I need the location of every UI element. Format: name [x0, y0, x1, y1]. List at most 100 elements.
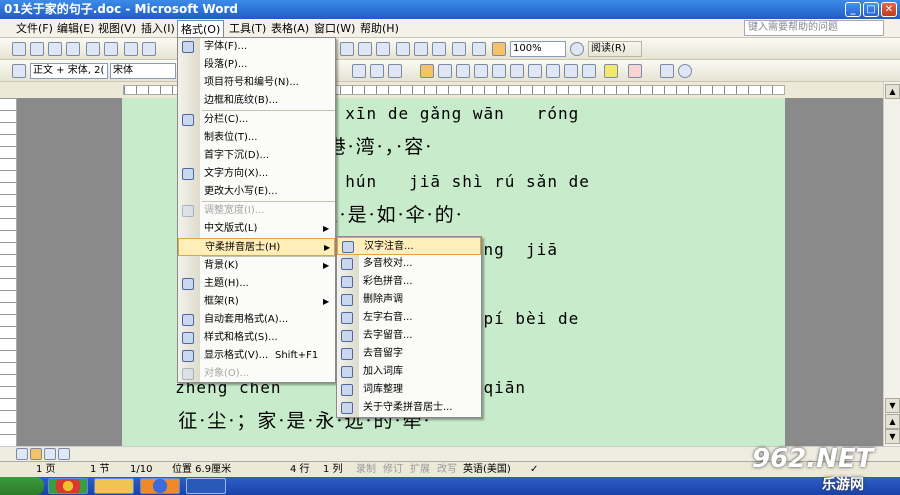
numbering-icon[interactable] — [528, 64, 542, 78]
align-center-icon[interactable] — [438, 64, 452, 78]
menu-item-frames[interactable]: 框架(R) ▶ — [178, 293, 335, 311]
enclose-char-icon[interactable] — [678, 64, 692, 78]
justify-icon[interactable] — [474, 64, 488, 78]
font-select[interactable]: 宋体 — [110, 63, 176, 79]
pinyin-tool-icon[interactable] — [492, 42, 506, 56]
menu-help[interactable]: 帮助(H) — [357, 20, 402, 37]
menu-item-text-direction[interactable]: 文字方向(X)... — [178, 165, 335, 183]
start-button[interactable] — [0, 477, 44, 495]
show-hide-icon[interactable] — [472, 42, 486, 56]
submenu-item-proofread[interactable]: 多音校对... — [337, 255, 481, 273]
menu-item-asian-layout[interactable]: 中文版式(L) ▶ — [178, 220, 335, 238]
scroll-down-button[interactable]: ▼ — [885, 398, 900, 413]
status-record[interactable]: 录制 — [356, 462, 376, 477]
next-page-button[interactable]: ▼ — [885, 429, 900, 444]
help-search-input[interactable]: 键入需要帮助的问题 — [744, 20, 884, 36]
submenu-item-about[interactable]: 关于守柔拼音居士... — [337, 399, 481, 417]
help-icon[interactable] — [570, 42, 584, 56]
align-right-icon[interactable] — [456, 64, 470, 78]
print-layout-icon[interactable] — [30, 448, 42, 460]
menu-item-styles[interactable]: 样式和格式(S)... — [178, 329, 335, 347]
save-icon[interactable] — [48, 42, 62, 56]
menu-item-theme[interactable]: 主题(H)... — [178, 275, 335, 293]
menu-item-reveal-format[interactable]: 显示格式(V)... Shift+F1 — [178, 347, 335, 365]
scroll-up-button[interactable]: ▲ — [885, 84, 900, 99]
menu-item-borders[interactable]: 边框和底纹(B)... — [178, 92, 335, 110]
chrome-icon[interactable] — [48, 478, 88, 494]
submenu-item-remove-char[interactable]: 去字留音... — [337, 327, 481, 345]
zoom-select[interactable]: 100% — [510, 41, 566, 57]
submenu-item-left-right[interactable]: 左字右音... — [337, 309, 481, 327]
reading-button[interactable]: 阅读(R) — [588, 41, 642, 57]
lexicon-icon — [341, 384, 353, 396]
bullets-icon[interactable] — [546, 64, 560, 78]
permission-icon[interactable] — [66, 42, 80, 56]
minimize-button[interactable]: _ — [845, 2, 861, 17]
align-left-icon[interactable] — [420, 64, 434, 78]
print-icon[interactable] — [86, 42, 100, 56]
char-shading-icon[interactable] — [370, 64, 384, 78]
submenu-item-lexicon[interactable]: 词库整理 — [337, 381, 481, 399]
indent-icon[interactable] — [582, 64, 596, 78]
menu-view[interactable]: 视图(V) — [95, 20, 139, 37]
submenu-item-add-lexicon[interactable]: 加入词库 — [337, 363, 481, 381]
menu-item-drop-cap[interactable]: 首字下沉(D)... — [178, 147, 335, 165]
table-icon[interactable] — [340, 42, 354, 56]
menu-window[interactable]: 窗口(W) — [311, 20, 358, 37]
submenu-item-color-pinyin[interactable]: 彩色拼音... — [337, 273, 481, 291]
doc-map-icon[interactable] — [452, 42, 466, 56]
grid-icon[interactable] — [376, 42, 390, 56]
reading-view-icon[interactable] — [58, 448, 70, 460]
menu-table[interactable]: 表格(A) — [268, 20, 312, 37]
menu-tools[interactable]: 工具(T) — [226, 20, 269, 37]
prev-page-button[interactable]: ▲ — [885, 414, 900, 429]
distribute-icon[interactable] — [492, 64, 506, 78]
submenu-item-remove-pinyin[interactable]: 去音留字 — [337, 345, 481, 363]
excel-icon[interactable] — [358, 42, 372, 56]
menu-insert[interactable]: 插入(I) — [138, 20, 178, 37]
menu-file[interactable]: 文件(F) — [13, 20, 56, 37]
status-overtype[interactable]: 改写 — [437, 462, 457, 477]
menu-item-autoformat[interactable]: 自动套用格式(A)... — [178, 311, 335, 329]
menu-item-change-case[interactable]: 更改大小写(E)... — [178, 183, 335, 201]
new-icon[interactable] — [12, 42, 26, 56]
open-icon[interactable] — [30, 42, 44, 56]
outline-view-icon[interactable] — [44, 448, 56, 460]
research-icon[interactable] — [142, 42, 156, 56]
menu-edit[interactable]: 编辑(E) — [54, 20, 98, 37]
style-select[interactable]: 正文 + 宋体, 2( — [30, 63, 108, 79]
outdent-icon[interactable] — [564, 64, 578, 78]
columns-icon[interactable] — [414, 42, 428, 56]
word-icon[interactable] — [186, 478, 226, 494]
char-border-icon[interactable] — [352, 64, 366, 78]
normal-view-icon[interactable] — [16, 448, 28, 460]
close-button[interactable]: ✕ — [881, 2, 897, 17]
spelling-status-icon[interactable]: ✓ — [530, 462, 538, 477]
menu-format[interactable]: 格式(O) — [177, 20, 225, 37]
menu-item-columns[interactable]: 分栏(C)... — [178, 111, 335, 129]
menu-item-paragraph[interactable]: 段落(P)... — [178, 56, 335, 74]
firefox-icon[interactable] — [140, 478, 180, 494]
menu-item-bullets[interactable]: 项目符号和编号(N)... — [178, 74, 335, 92]
status-track[interactable]: 修订 — [383, 462, 403, 477]
preview-icon[interactable] — [104, 42, 118, 56]
menu-item-pinyin-tool[interactable]: 守柔拼音居士(H) ▶ — [178, 238, 335, 256]
menu-item-tabs[interactable]: 制表位(T)... — [178, 129, 335, 147]
map-icon[interactable] — [432, 42, 446, 56]
folder-icon[interactable] — [94, 478, 134, 494]
phonetic-icon[interactable] — [660, 64, 674, 78]
status-extend[interactable]: 扩展 — [410, 462, 430, 477]
drawing-icon[interactable] — [396, 42, 410, 56]
spelling-icon[interactable] — [124, 42, 138, 56]
font-color-icon[interactable] — [628, 64, 642, 78]
submenu-item-delete-tone[interactable]: 删除声调 — [337, 291, 481, 309]
menu-item-background[interactable]: 背景(K) ▶ — [178, 257, 335, 275]
maximize-button[interactable]: □ — [863, 2, 879, 17]
highlight-icon[interactable] — [604, 64, 618, 78]
styles-pane-icon[interactable] — [12, 64, 26, 78]
line-spacing-icon[interactable] — [510, 64, 524, 78]
char-scale-icon[interactable] — [388, 64, 402, 78]
menu-item-font[interactable]: 字体(F)... — [178, 38, 335, 56]
vertical-scrollbar[interactable]: ▲ ▼ ▲ ▼ — [883, 82, 900, 446]
submenu-item-annotate[interactable]: 汉字注音... — [337, 237, 481, 255]
